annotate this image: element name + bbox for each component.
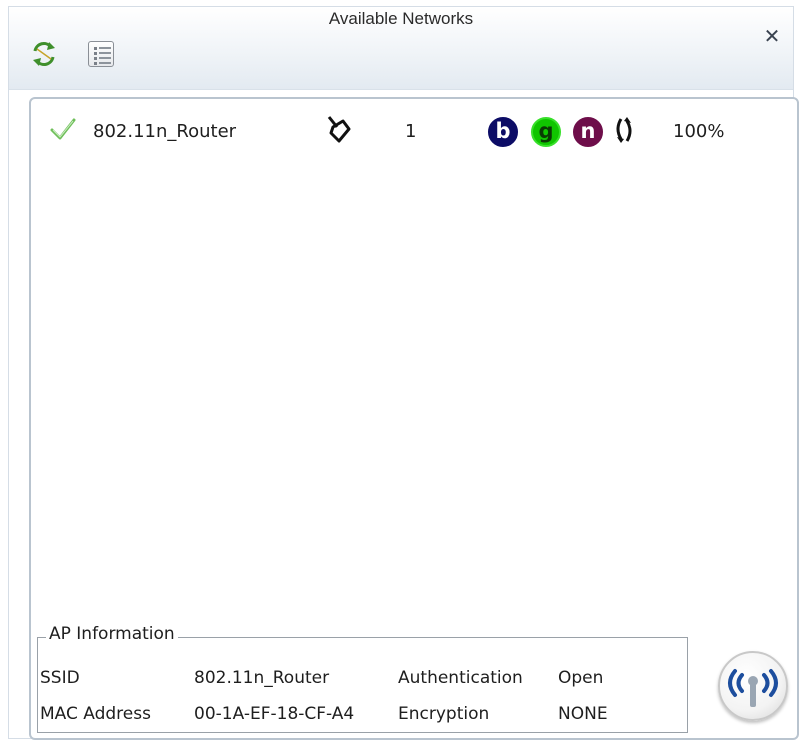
network-signal: 100%	[673, 121, 725, 142]
authentication-label: Authentication	[398, 668, 523, 688]
checkmark-icon	[49, 115, 77, 147]
standard-b-icon: b	[488, 117, 518, 147]
available-networks-window: Available Networks ✕ 802.11n_Router 1 b …	[8, 6, 799, 740]
mac-address-value: 00-1A-EF-18-CF-A4	[194, 704, 355, 724]
network-channel: 1	[405, 121, 417, 142]
network-ssid: 802.11n_Router	[93, 121, 237, 142]
window-title: Available Networks	[328, 9, 474, 28]
ap-information-group: AP Information SSID 802.11n_Router Authe…	[37, 624, 688, 733]
close-icon: ✕	[763, 24, 781, 48]
standard-g-icon: g	[531, 117, 561, 147]
encryption-value: NONE	[558, 704, 608, 724]
list-view-icon	[88, 41, 114, 67]
wps-sync-icon	[611, 115, 637, 149]
wireless-antenna-icon	[728, 669, 778, 707]
encryption-label: Encryption	[398, 704, 490, 724]
ssid-value: 802.11n_Router	[194, 668, 330, 688]
ssid-label: SSID	[40, 668, 80, 688]
list-view-button[interactable]	[86, 39, 116, 69]
connect-button[interactable]	[718, 651, 788, 721]
refresh-button[interactable]	[29, 39, 59, 69]
authentication-value: Open	[558, 668, 604, 688]
network-list: 802.11n_Router 1 b g n 100% AP Informati…	[29, 97, 799, 740]
ap-information-legend: AP Information	[46, 624, 178, 644]
refresh-icon	[33, 42, 55, 66]
standard-n-icon: n	[573, 117, 603, 147]
title-bar: Available Networks ✕	[9, 7, 793, 90]
close-button[interactable]: ✕	[761, 25, 783, 47]
mac-address-label: MAC Address	[40, 704, 151, 724]
infrastructure-icon	[323, 113, 353, 149]
network-row[interactable]: 802.11n_Router 1 b g n 100%	[43, 113, 783, 149]
